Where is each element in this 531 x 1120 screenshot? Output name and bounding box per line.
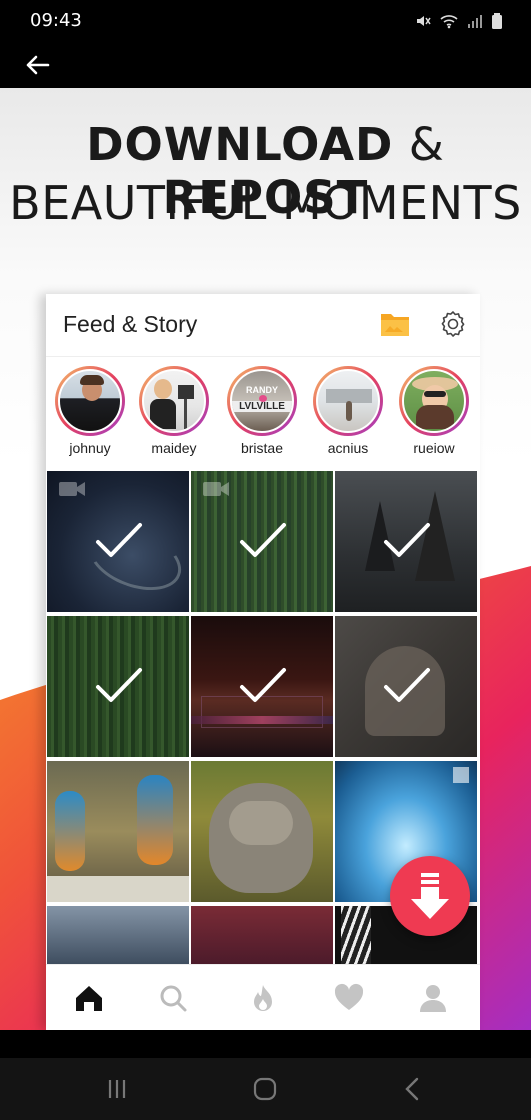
avatar: RANDY LVLVILLE <box>230 369 294 433</box>
story-bristae[interactable]: RANDY LVLVILLE bristae <box>224 366 300 456</box>
media-tile[interactable] <box>191 616 333 757</box>
search-icon[interactable] <box>156 981 190 1015</box>
headline-download: DOWNLOAD <box>86 118 394 171</box>
media-tile[interactable] <box>47 906 189 967</box>
check-icon <box>96 668 142 702</box>
home-icon[interactable] <box>72 981 106 1015</box>
media-tile[interactable] <box>335 471 477 612</box>
sign-text-top: RANDY <box>245 385 278 395</box>
story-name: rueiow <box>413 440 455 456</box>
flame-icon[interactable] <box>246 981 280 1015</box>
media-tile[interactable] <box>191 906 333 967</box>
media-tile[interactable] <box>47 471 189 612</box>
sign-text-bottom: LVLVILLE <box>232 401 292 412</box>
wifi-icon <box>440 15 458 29</box>
story-name: acnius <box>327 440 369 456</box>
status-icons <box>415 12 503 30</box>
folder-icon[interactable] <box>380 310 410 338</box>
download-icon <box>411 873 449 919</box>
avatar <box>58 369 122 433</box>
avatar <box>142 369 206 433</box>
story-name: johnuy <box>69 440 111 456</box>
card-title: Feed & Story <box>63 311 198 337</box>
mute-icon <box>417 16 431 26</box>
back-icon[interactable] <box>398 1074 428 1104</box>
avatar <box>316 369 380 433</box>
story-rueiow[interactable]: rueiow <box>396 366 472 456</box>
story-johnuy[interactable]: johnuy <box>52 366 128 456</box>
status-bar: 09:43 <box>0 0 531 42</box>
signal-icon <box>468 15 482 28</box>
media-tile[interactable] <box>191 761 333 902</box>
story-maidey[interactable]: maidey <box>136 366 212 456</box>
back-arrow-icon[interactable] <box>22 50 52 80</box>
media-tile[interactable] <box>191 471 333 612</box>
media-tile[interactable] <box>47 616 189 757</box>
avatar <box>402 369 466 433</box>
video-camera-icon <box>203 482 229 496</box>
top-nav <box>0 42 531 88</box>
home-button-icon[interactable] <box>250 1074 280 1104</box>
check-icon <box>384 523 430 557</box>
check-icon <box>240 523 286 557</box>
headline-line-2: BEAUTIFUL MOMENTS <box>9 176 522 230</box>
heart-icon[interactable] <box>332 981 366 1015</box>
status-time: 09:43 <box>30 10 82 31</box>
card-header: Feed & Story <box>46 294 480 357</box>
gear-icon[interactable] <box>438 309 468 339</box>
system-nav-bar <box>0 1030 531 1120</box>
media-tile[interactable] <box>335 616 477 757</box>
story-name: maidey <box>151 440 197 456</box>
stories-row: johnuy maidey RANDY LVLVILLE bristae acn… <box>46 360 480 468</box>
check-icon <box>240 668 286 702</box>
story-name: bristae <box>240 440 284 456</box>
check-icon <box>384 668 430 702</box>
headline-amp: & <box>408 118 445 171</box>
story-acnius[interactable]: acnius <box>310 366 386 456</box>
battery-icon <box>492 13 502 29</box>
video-camera-icon <box>59 482 85 496</box>
bottom-nav <box>46 964 480 1030</box>
profile-icon[interactable] <box>416 981 450 1015</box>
download-button[interactable] <box>390 856 470 936</box>
check-icon <box>96 523 142 557</box>
recents-icon[interactable] <box>102 1074 132 1104</box>
media-tile[interactable] <box>47 761 189 902</box>
